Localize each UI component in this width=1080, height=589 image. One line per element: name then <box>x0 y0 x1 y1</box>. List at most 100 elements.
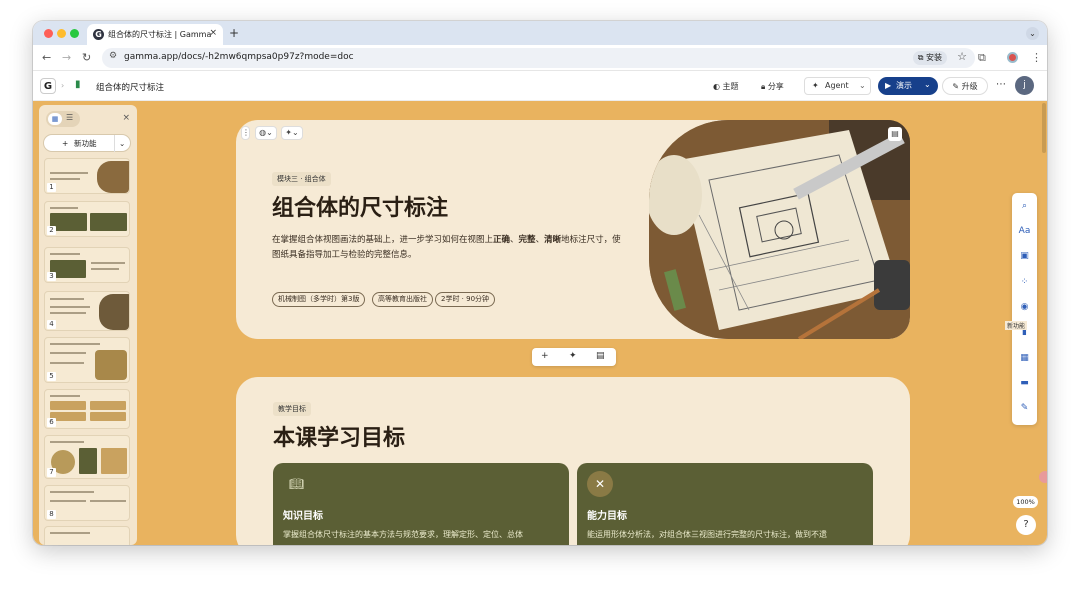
image-icon[interactable]: ▣ <box>1012 251 1037 261</box>
slide-thumbnail[interactable]: 3 <box>44 247 130 283</box>
slide-thumbnail[interactable]: 5 <box>44 337 130 383</box>
new-feature-chevron-icon[interactable]: ⌄ <box>114 135 125 152</box>
doc-title[interactable]: 组合体的尺寸标注 <box>96 81 164 93</box>
extensions-icon[interactable]: ⧉ <box>978 51 986 65</box>
slide-number: 2 <box>47 226 56 235</box>
sidebar-close-button[interactable]: × <box>122 113 130 123</box>
objective-card-knowledge[interactable]: 📖︎ 知识目标 掌握组合体尺寸标注的基本方法与规范要求，理解定形、定位、总体 <box>273 463 569 545</box>
slide-thumbnail[interactable] <box>44 526 130 545</box>
present-chevron-icon[interactable]: ⌄ <box>924 76 931 94</box>
slide-thumbnail[interactable]: 7 <box>44 435 130 479</box>
avatar[interactable]: j <box>1015 76 1034 95</box>
page-scrollbar[interactable] <box>1042 103 1046 153</box>
toggle-icon[interactable]: ◉ <box>1012 302 1037 312</box>
back-arrow-icon[interactable]: ← <box>42 51 51 64</box>
objective-desc: 能运用形体分析法，对组合体三视图进行完整的尺寸标注，做到不遗 <box>587 530 827 539</box>
address-bar[interactable]: ⚙ gamma.app/docs/-h2mw6qmpsa0p97z?mode=d… <box>102 48 975 68</box>
search-icon[interactable]: ⌕ <box>1012 201 1037 211</box>
zoom-level[interactable]: 100% <box>1013 496 1038 508</box>
card-icon[interactable]: ▬ <box>1012 378 1037 388</box>
slide-thumbnail[interactable]: 2 <box>44 201 130 237</box>
card-style-icon[interactable]: ◍⌄ <box>255 126 277 140</box>
theme-button[interactable]: ◐ 主题 <box>713 81 739 92</box>
slide-thumbnail[interactable]: 6 <box>44 389 130 429</box>
theme-label: 主题 <box>722 82 739 91</box>
list-view-icon[interactable]: ☰ <box>66 113 73 122</box>
slide-number: 6 <box>47 418 56 427</box>
text-icon[interactable]: Aa <box>1012 226 1037 236</box>
thumbnail-view-icon[interactable]: ▦ <box>48 113 62 125</box>
tab-close-button[interactable]: × <box>209 28 217 38</box>
desc-bold: 清晰 <box>544 235 562 245</box>
slide-number: 4 <box>47 320 56 329</box>
plus-icon: + <box>62 139 69 148</box>
drafting-table-image[interactable]: ▤ <box>649 120 910 339</box>
more-menu-icon[interactable]: ⋯ <box>996 79 1006 90</box>
site-settings-icon[interactable]: ⚙ <box>109 51 117 61</box>
objectives-title: 本课学习目标 <box>273 426 406 451</box>
new-feature-button[interactable]: + 新功能 ⌄ <box>43 134 131 152</box>
table-icon[interactable]: ▦ <box>1012 353 1037 363</box>
card-ai-icon[interactable]: ✦⌄ <box>281 126 303 140</box>
play-icon: ▶ <box>885 81 892 90</box>
book-pill: 机械制图（多学时）第3版 <box>272 292 366 307</box>
objective-title: 能力目标 <box>587 511 627 522</box>
objectives-card[interactable]: 教学目标 本课学习目标 📖︎ 知识目标 掌握组合体尺寸标注的基本方法与规范要求，… <box>236 377 910 545</box>
reload-icon[interactable]: ↻ <box>82 51 91 64</box>
tab-title: 组合体的尺寸标注 | Gamma <box>108 30 212 39</box>
gamma-toolbar: G › ▮ 组合体的尺寸标注 ◐ 主题 🔒︎ 分享 ✦ Agent ⌄ ▶ 演示… <box>33 72 1047 101</box>
navigation-bar: ← → ↻ ⚙ gamma.app/docs/-h2mw6qmpsa0p97z?… <box>33 45 1047 71</box>
desc-bold: 正确 <box>493 235 511 245</box>
browser-tab[interactable]: G 组合体的尺寸标注 | Gamma × <box>87 24 223 45</box>
forward-arrow-icon[interactable]: → <box>62 51 71 64</box>
share-button[interactable]: 🔒︎ 分享 <box>761 81 784 92</box>
editor-canvas: ▦ ☰ × + 新功能 ⌄ 1 2 3 4 5 6 7 8 ⋮ ◍⌄ ✦⌄ 模块… <box>33 101 1047 545</box>
maximize-window-button[interactable] <box>70 29 79 38</box>
slide-number: 8 <box>47 510 56 519</box>
add-card-icon[interactable]: + <box>541 351 549 361</box>
agent-label: Agent <box>825 81 849 90</box>
view-toggle[interactable]: ▦ ☰ <box>46 111 80 127</box>
slide-thumbnail[interactable]: 1 <box>44 158 130 194</box>
close-window-button[interactable] <box>44 29 53 38</box>
edit-icon[interactable]: ✎ <box>1012 403 1037 413</box>
slide-number: 1 <box>47 183 56 192</box>
layout-icon[interactable]: ▤ <box>596 351 605 361</box>
minimize-window-button[interactable] <box>57 29 66 38</box>
tab-search-chevron-icon[interactable]: ⌄ <box>1026 27 1039 40</box>
desc-sep: 、 <box>510 235 519 245</box>
new-tab-button[interactable]: + <box>229 26 239 40</box>
chevron-down-icon[interactable]: ⌄ <box>859 81 866 90</box>
profile-icon[interactable] <box>1007 52 1018 63</box>
feedback-icon[interactable] <box>1039 471 1047 483</box>
hero-title: 组合体的尺寸标注 <box>272 196 449 221</box>
insert-tool-rail: ⌕ Aa ▣ ⁘ ◉ ▮ ▦ ▬ ✎ <box>1012 193 1037 425</box>
objectives-tag: 教学目标 <box>273 402 311 416</box>
sparkle-icon: ✦ <box>812 81 819 90</box>
slide-number: 7 <box>47 468 56 477</box>
drag-handle-icon[interactable]: ⋮ <box>241 126 250 140</box>
install-app-button[interactable]: ⧉ 安装 <box>912 51 947 65</box>
objective-card-ability[interactable]: ✕ 能力目标 能运用形体分析法，对组合体三视图进行完整的尺寸标注，做到不遗 <box>577 463 873 545</box>
objective-desc: 掌握组合体尺寸标注的基本方法与规范要求，理解定形、定位、总体 <box>283 530 523 539</box>
bookmark-star-icon[interactable]: ☆ <box>957 50 967 63</box>
gamma-logo-icon[interactable]: G <box>40 78 56 94</box>
url-text: gamma.app/docs/-h2mw6qmpsa0p97z?mode=doc <box>124 52 354 62</box>
slide-sidebar: ▦ ☰ × + 新功能 ⌄ 1 2 3 4 5 6 7 8 <box>39 105 137 545</box>
upgrade-button[interactable]: ✎ 升级 <box>942 77 988 95</box>
desc-sep: 、 <box>535 235 545 245</box>
apps-icon[interactable]: ⁘ <box>1012 277 1037 287</box>
hero-card[interactable]: ⋮ ◍⌄ ✦⌄ 模块三 · 组合体 组合体的尺寸标注 在掌握组合体视图画法的基础… <box>236 120 910 339</box>
slide-thumbnail[interactable]: 4 <box>44 291 130 331</box>
image-options-icon[interactable]: ▤ <box>888 127 902 141</box>
chevron-right-icon: › <box>61 81 65 90</box>
slide-thumbnail[interactable]: 8 <box>44 485 130 521</box>
slide-number: 3 <box>47 272 56 281</box>
publisher-pill: 高等教育出版社 <box>372 292 433 307</box>
help-button[interactable]: ? <box>1016 515 1036 535</box>
gamma-favicon-icon: G <box>93 29 104 40</box>
ai-generate-icon[interactable]: ✦ <box>569 351 577 361</box>
blueprint-illustration <box>649 120 910 339</box>
present-button[interactable]: ▶ 演示 ⌄ <box>878 77 938 95</box>
browser-menu-icon[interactable]: ⋮ <box>1031 51 1042 64</box>
